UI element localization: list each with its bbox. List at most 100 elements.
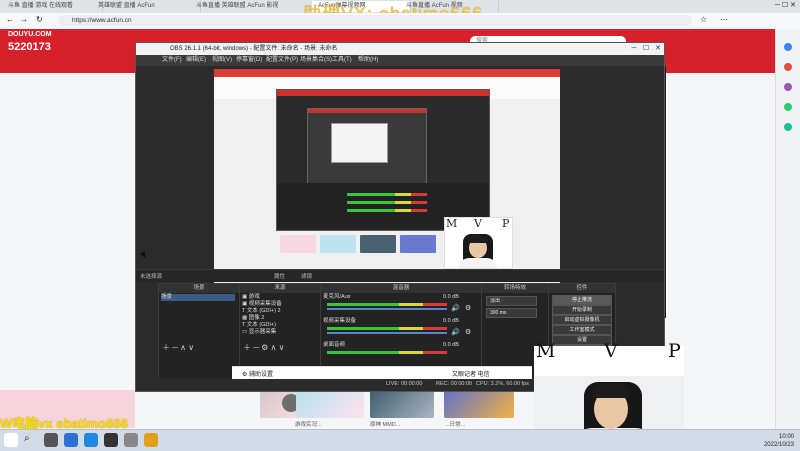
menu-help[interactable]: 帮助(H) [358, 55, 378, 66]
rec-timer: REC: 00:00:00 [436, 381, 473, 387]
nested-mixer-bar [347, 201, 427, 204]
obs-icon[interactable] [104, 433, 118, 447]
sidebar-tools-icon[interactable] [784, 83, 792, 91]
video-title[interactable]: 游戏实况... [295, 420, 322, 428]
helper-bar: ⚙ 辅助设置 又眼记者 电信 [232, 366, 532, 379]
app-icon[interactable] [124, 433, 138, 447]
source-item[interactable]: T 文本 (GDI+) [242, 322, 318, 329]
helper-second-link[interactable]: 又眼记者 电信 [452, 369, 490, 378]
task-view-icon[interactable] [44, 433, 58, 447]
mixer-track-name: 桌面音频 [323, 342, 346, 348]
clock-date: 2022/10/23 [763, 442, 794, 448]
speaker-icon[interactable]: 🔊 [451, 304, 460, 312]
nested-mixer-bar [347, 193, 427, 196]
url-field[interactable]: https://www.acfun.cn [58, 15, 692, 26]
mvp-letter: M [536, 340, 556, 362]
game-icon: ▣ [242, 294, 249, 300]
mixer-dock-title: 混音器 [321, 284, 481, 293]
folder-icon[interactable] [144, 433, 158, 447]
browser-tab[interactable]: 斗鱼 直播 游戏 在线观看 [2, 1, 103, 12]
mixer-track-name: 视频采集设备 [323, 318, 357, 324]
start-recording-button[interactable]: 开始录制 [552, 305, 612, 315]
live-timer: LIVE: 00:00:00 [386, 381, 423, 387]
image-icon: ▦ [242, 315, 249, 321]
obs-window: OBS 26.1.1 (64-bit, windows) - 配置文件: 未命名… [135, 42, 665, 392]
speaker-icon[interactable]: 🔊 [451, 328, 460, 336]
refresh-icon[interactable]: ↻ [36, 15, 43, 24]
source-item[interactable]: ▭ 显示器采集 [242, 329, 318, 336]
scene-item[interactable]: 场景 [161, 294, 235, 301]
preview-thumb [280, 235, 316, 253]
streamer-hair [592, 384, 630, 398]
sidebar-games-icon[interactable] [784, 103, 792, 111]
helper-settings-link[interactable]: ⚙ 辅助设置 [242, 369, 273, 378]
gear-icon[interactable]: ⚙ [465, 328, 471, 336]
nested-mixer-bar [347, 209, 427, 212]
edge-icon[interactable] [64, 433, 78, 447]
gear-icon[interactable]: ⚙ [465, 304, 471, 312]
virtual-camera-button[interactable]: 启动虚拟摄像机 [552, 315, 612, 325]
address-bar: ← → ↻ https://www.acfun.cn ☆ ⋯ [0, 13, 800, 30]
start-icon[interactable] [4, 433, 18, 447]
taskbar: ⌕ 10:00 2022/10/23 [0, 429, 800, 451]
settings-button[interactable]: 设置 [552, 335, 612, 345]
browser-sidebar [775, 29, 800, 429]
nested-obs-capture-3 [331, 123, 388, 163]
source-item[interactable]: T 文本 (GDI+) 2 [242, 308, 318, 315]
mvp-letter: V [474, 217, 482, 230]
sidebar-search-icon[interactable] [784, 43, 792, 51]
source-item[interactable]: ▣ 视频采集设备 [242, 301, 318, 308]
video-thumbnail[interactable] [296, 388, 364, 418]
source-add-remove-icons[interactable]: ＋ ─ ⚙ ∧ ∨ [243, 342, 284, 353]
menu-file[interactable]: 文件(F) [162, 55, 182, 66]
preview-thumb [400, 235, 436, 253]
sidebar-shopping-icon[interactable] [784, 63, 792, 71]
extensions-icon[interactable]: ⋯ [720, 15, 728, 24]
minimize-icon[interactable]: ─ [628, 43, 640, 55]
volume-meter [327, 351, 447, 354]
webcam-source-preview: M V P [444, 217, 513, 269]
volume-slider[interactable] [327, 332, 447, 334]
stop-streaming-button[interactable]: 停止推流 [552, 295, 612, 305]
menu-view[interactable]: 视图(V) [212, 55, 232, 66]
search-icon[interactable]: ⌕ [24, 433, 38, 447]
back-icon[interactable]: ← [6, 15, 14, 24]
video-title[interactable]: ...日常... [445, 420, 465, 428]
menu-tools[interactable]: 工具(T) [332, 55, 352, 66]
sidebar-office-icon[interactable] [784, 123, 792, 131]
video-title[interactable]: 原神 MMD... [370, 420, 400, 428]
nested-red-bar [308, 109, 426, 113]
favorite-icon[interactable]: ☆ [700, 15, 707, 24]
scene-add-remove-icons[interactable]: ＋ ─ ∧ ∨ [162, 342, 194, 353]
menu-scene-collection[interactable]: 场景集合(S) [300, 55, 332, 66]
video-thumbnail-strip: 游戏实况... 原神 MMD... ...日常... [140, 388, 530, 428]
menu-docks[interactable]: 停靠窗(D) [236, 55, 262, 66]
mvp-letter: M [446, 217, 458, 230]
browser-icon[interactable] [84, 433, 98, 447]
forward-icon[interactable]: → [20, 15, 28, 24]
source-item[interactable]: ▦ 图像 2 [242, 315, 318, 322]
camera-icon: ▣ [242, 301, 249, 307]
video-thumbnail[interactable] [370, 388, 434, 418]
no-source-selected-label: 未选择源 [140, 274, 163, 280]
window-controls[interactable]: ─ ☐ ✕ [775, 1, 796, 9]
transition-select[interactable]: 淡出 [486, 296, 537, 306]
monitor-icon: ▭ [242, 329, 249, 335]
filters-button[interactable]: 滤镜 [301, 272, 312, 280]
source-item[interactable]: ▣ 游戏 [242, 294, 318, 301]
video-thumbnail[interactable] [444, 388, 514, 418]
properties-button[interactable]: 属性 [274, 272, 285, 280]
preview-thumb [360, 235, 396, 253]
taskbar-clock[interactable]: 10:00 2022/10/23 [764, 433, 794, 449]
menu-edit[interactable]: 编辑(E) [186, 55, 206, 66]
browser-tab[interactable]: 英雄联盟 直播 AcFun [92, 1, 201, 12]
menu-profile[interactable]: 配置文件(P) [266, 55, 298, 66]
close-icon[interactable]: ✕ [652, 43, 664, 55]
studio-mode-button[interactable]: 工作室模式 [552, 325, 612, 335]
transition-duration[interactable]: 300 ms [486, 308, 537, 318]
mvp-letter: P [668, 340, 681, 362]
volume-slider[interactable] [327, 308, 447, 310]
mvp-letter: P [502, 217, 510, 230]
maximize-icon[interactable]: ☐ [640, 43, 652, 55]
source-toolbar: 未选择源 属性 滤镜 [136, 269, 664, 282]
